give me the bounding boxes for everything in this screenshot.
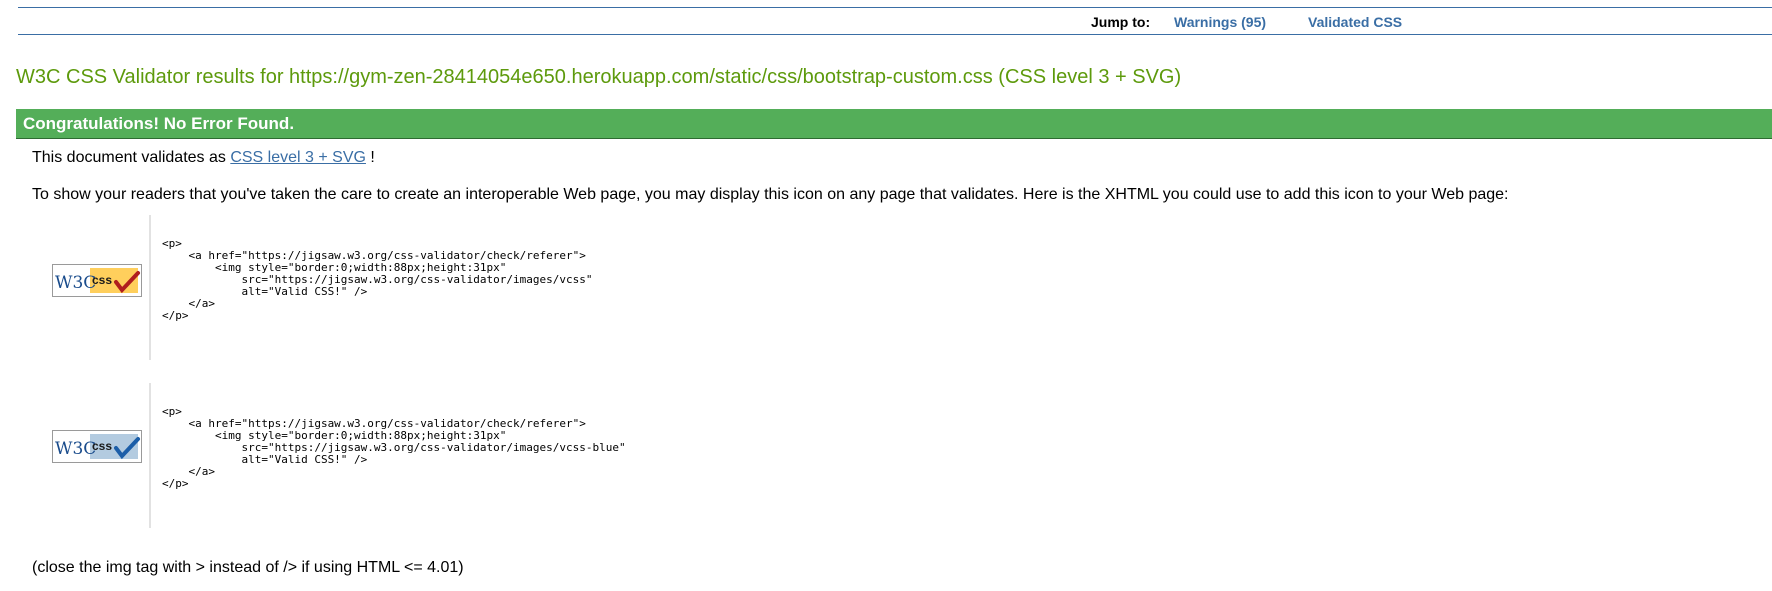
validates-prefix: This document validates as [32, 149, 231, 166]
badge-code-snippet: <p> <a href="https://jigsaw.w3.org/css-v… [162, 405, 626, 490]
code-separator [149, 215, 151, 360]
badge-css-text: css [92, 439, 112, 453]
badge-css-text: css [92, 273, 112, 287]
badge-w3c-text: W3C [55, 439, 96, 459]
jump-warnings-link[interactable]: Warnings (95) [1174, 14, 1266, 30]
w3c-css-valid-badge-gold-icon[interactable]: W3C css [52, 264, 142, 297]
badge-block-blue: W3C css <p> <a href="https://jigsaw.w3.o… [32, 383, 792, 528]
congrats-banner: Congratulations! No Error Found. [16, 109, 1772, 139]
jump-bar: Jump to: Warnings (95) Validated CSS [18, 7, 1772, 35]
congrats-text: Congratulations! No Error Found. [23, 114, 295, 133]
css-level-link[interactable]: CSS level 3 + SVG [230, 149, 366, 166]
jump-validated-css-link[interactable]: Validated CSS [1308, 14, 1402, 30]
validates-suffix: ! [365, 149, 375, 166]
code-separator [149, 383, 151, 528]
close-tag-note: (close the img tag with > instead of /> … [32, 559, 464, 576]
results-title: W3C CSS Validator results for https://gy… [16, 66, 1182, 88]
badge-code-snippet: <p> <a href="https://jigsaw.w3.org/css-v… [162, 237, 593, 322]
w3c-css-valid-badge-blue-icon[interactable]: W3C css [52, 430, 142, 463]
badge-block-gold: W3C css <p> <a href="https://jigsaw.w3.o… [32, 215, 792, 360]
icon-intro-text: To show your readers that you've taken t… [32, 186, 1509, 203]
validates-line: This document validates as CSS level 3 +… [32, 149, 375, 167]
jump-label: Jump to: [1091, 14, 1151, 30]
badge-w3c-text: W3C [55, 273, 96, 293]
